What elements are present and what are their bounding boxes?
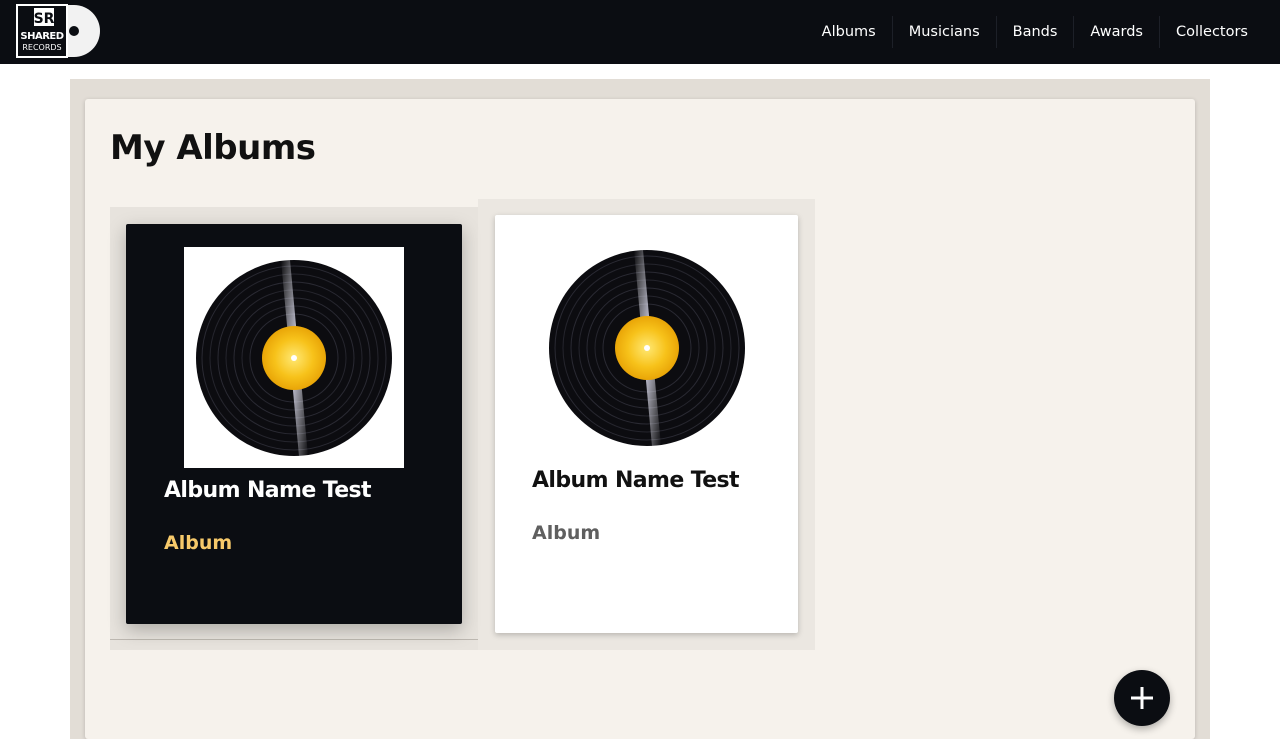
nav-collectors[interactable]: Collectors bbox=[1158, 16, 1264, 48]
page-title: My Albums bbox=[110, 128, 316, 168]
shared-records-logo[interactable]: SR SHARED RECORDS bbox=[16, 3, 100, 59]
nav-awards[interactable]: Awards bbox=[1073, 16, 1159, 48]
album-name: Album Name Test bbox=[532, 468, 740, 493]
nav-musicians[interactable]: Musicians bbox=[891, 16, 996, 48]
album-cover[interactable] bbox=[535, 238, 759, 458]
album-cover[interactable] bbox=[184, 247, 404, 468]
vinyl-record-icon bbox=[196, 260, 392, 456]
album-slot-divider bbox=[110, 639, 478, 640]
add-album-button[interactable] bbox=[1114, 670, 1170, 726]
svg-text:RECORDS: RECORDS bbox=[22, 43, 61, 52]
main-nav: Albums Musicians Bands Awards Collectors bbox=[806, 0, 1264, 64]
plus-icon bbox=[1131, 687, 1153, 709]
album-name: Album Name Test bbox=[164, 478, 372, 503]
nav-albums[interactable]: Albums bbox=[806, 16, 892, 48]
vinyl-record-icon bbox=[549, 250, 745, 446]
album-type: Album bbox=[532, 522, 601, 544]
top-navbar: SR SHARED RECORDS Albums Musicians Bands… bbox=[0, 0, 1280, 64]
album-type: Album bbox=[164, 532, 233, 554]
svg-text:SR: SR bbox=[34, 11, 55, 27]
nav-bands[interactable]: Bands bbox=[995, 16, 1074, 48]
svg-text:SHARED: SHARED bbox=[20, 31, 63, 42]
